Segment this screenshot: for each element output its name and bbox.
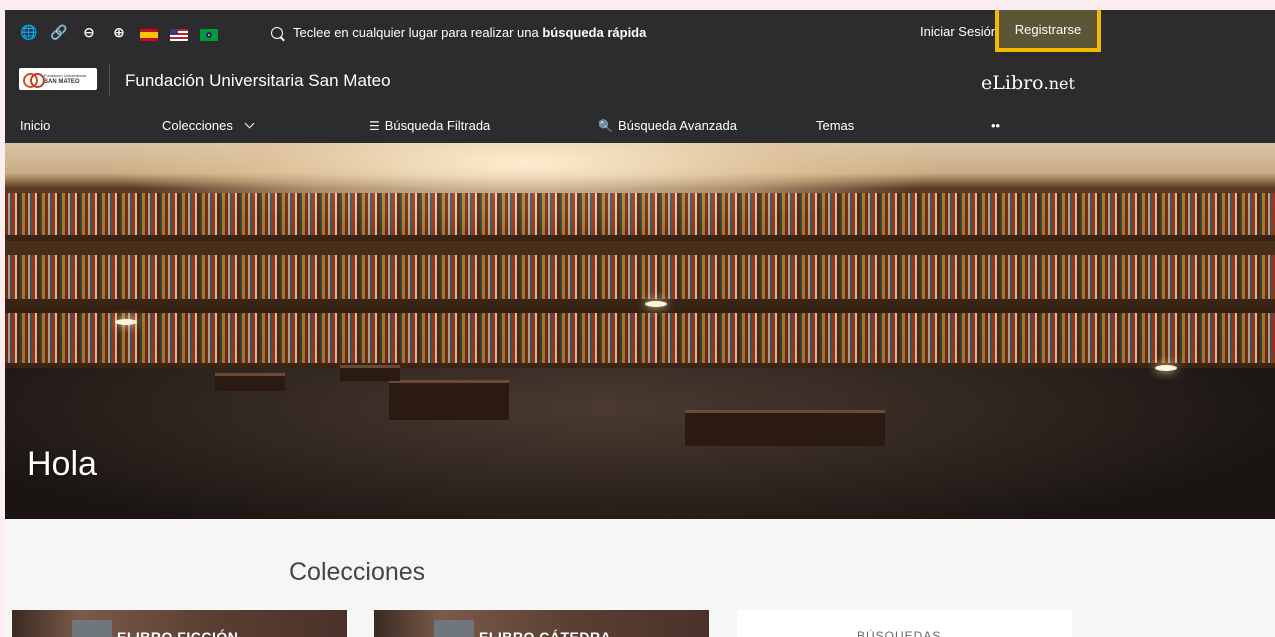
nav-label: Inicio bbox=[20, 118, 51, 133]
brand-suffix: .net bbox=[1043, 74, 1075, 93]
nav-inicio[interactable]: Inicio bbox=[20, 118, 50, 133]
search-icon: 🔍 bbox=[598, 118, 613, 133]
collection-card-ficcion[interactable]: ELIBRO FICCIÓN bbox=[12, 610, 347, 637]
nav-label: Búsqueda Avanzada bbox=[617, 118, 737, 133]
brand-main: eLibro bbox=[981, 72, 1044, 94]
institution-bar: Fundación Universitaria SAN MATEO Fundac… bbox=[5, 58, 1275, 108]
page: 🌐 🔗 ⊖ ⊕ Teclee en cualquier lugar para r… bbox=[5, 10, 1275, 637]
reading-room-floor bbox=[5, 368, 1275, 519]
nav-colecciones[interactable]: Colecciones bbox=[162, 118, 255, 133]
quick-search-hint[interactable]: Teclee en cualquier lugar para realizar … bbox=[271, 25, 646, 40]
zoom-in-icon[interactable]: ⊕ bbox=[110, 24, 128, 42]
institution-name: Fundación Universitaria San Mateo bbox=[125, 71, 391, 90]
flag-us-icon[interactable] bbox=[170, 28, 188, 41]
bookshelf-decoration bbox=[5, 313, 1275, 363]
quick-search-emphasis: búsqueda rápida bbox=[542, 25, 647, 40]
logo-mark-icon bbox=[23, 73, 45, 88]
link-icon[interactable]: 🔗 bbox=[50, 24, 68, 42]
card-title: ELIBRO FICCIÓN bbox=[117, 629, 239, 637]
hero-greeting: Hola bbox=[27, 445, 97, 483]
flag-es-icon[interactable] bbox=[140, 28, 158, 41]
collection-card-catedra[interactable]: ELIBRO CÁTEDRA bbox=[374, 610, 709, 637]
card-title: BÚSQUEDAS bbox=[857, 629, 942, 637]
logo-line-2: SAN MATEO bbox=[44, 79, 80, 85]
nav-label: Búsqueda Filtrada bbox=[384, 118, 491, 133]
register-button[interactable]: Registrarse bbox=[995, 10, 1101, 52]
hero-banner: Hola bbox=[5, 143, 1275, 519]
globe-icon[interactable]: 🌐 bbox=[20, 24, 38, 42]
searches-card[interactable]: BÚSQUEDAS bbox=[737, 610, 1072, 637]
institution-logo[interactable]: Fundación Universitaria SAN MATEO bbox=[19, 68, 97, 90]
divider bbox=[109, 64, 110, 96]
nav-label: Colecciones bbox=[162, 118, 233, 133]
bookshelf-decoration bbox=[5, 193, 1275, 235]
nav-busqueda-filtrada[interactable]: ☰ Búsqueda Filtrada bbox=[369, 118, 490, 133]
nav-temas[interactable]: Temas bbox=[816, 118, 854, 133]
filter-sliders-icon: ☰ bbox=[369, 118, 380, 133]
nav-busqueda-avanzada[interactable]: 🔍 Búsqueda Avanzada bbox=[598, 118, 737, 133]
chevron-down-icon bbox=[244, 118, 255, 129]
collections-heading: Colecciones bbox=[289, 558, 426, 586]
nav-more[interactable]: •• bbox=[991, 118, 1000, 133]
elibro-brand[interactable]: eLibro.net bbox=[981, 72, 1075, 94]
card-title: ELIBRO CÁTEDRA bbox=[479, 629, 612, 637]
nav-label: Temas bbox=[816, 118, 855, 133]
main-nav: Inicio Colecciones ☰ Búsqueda Filtrada 🔍… bbox=[5, 108, 1275, 143]
login-link[interactable]: Iniciar Sesión bbox=[920, 24, 998, 39]
bookshelf-decoration bbox=[5, 255, 1275, 299]
accessibility-tools: 🌐 🔗 ⊖ ⊕ bbox=[20, 24, 218, 42]
search-icon bbox=[271, 26, 283, 39]
top-toolbar: 🌐 🔗 ⊖ ⊕ Teclee en cualquier lugar para r… bbox=[5, 10, 1275, 58]
zoom-out-icon[interactable]: ⊖ bbox=[80, 24, 98, 42]
flag-br-icon[interactable] bbox=[200, 28, 218, 41]
more-icon: •• bbox=[991, 118, 1001, 133]
quick-search-text: Teclee en cualquier lugar para realizar … bbox=[293, 25, 543, 40]
